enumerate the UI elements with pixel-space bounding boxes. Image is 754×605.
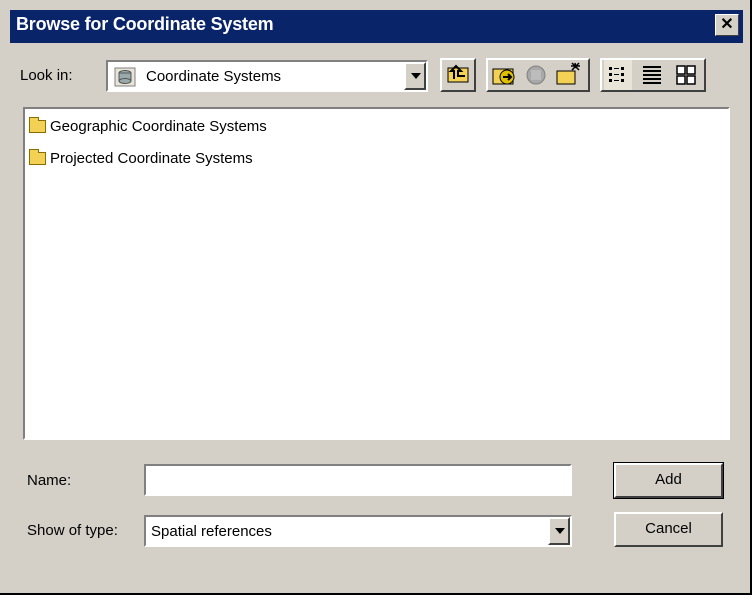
up-one-level-icon[interactable]	[444, 60, 472, 90]
database-icon	[114, 67, 136, 87]
folder-icon	[29, 148, 46, 165]
toolbar-view-group	[600, 58, 706, 92]
add-button[interactable]: Add	[613, 462, 724, 499]
toolbar-up-group	[440, 58, 476, 92]
file-list[interactable]: Geographic Coordinate Systems Projected …	[23, 107, 730, 440]
close-icon: ✕	[720, 16, 734, 33]
dialog-title: Browse for Coordinate System	[16, 14, 274, 34]
look-in-dropdown-button[interactable]	[404, 62, 426, 90]
close-button[interactable]: ✕	[715, 14, 739, 36]
list-item[interactable]: Projected Coordinate Systems	[29, 147, 253, 169]
look-in-value: Coordinate Systems	[146, 68, 282, 85]
type-dropdown-button[interactable]	[548, 517, 570, 545]
list-item[interactable]: Geographic Coordinate Systems	[29, 115, 267, 137]
new-folder-icon[interactable]	[554, 60, 582, 90]
name-label: Name:	[27, 472, 72, 489]
details-view-icon[interactable]	[638, 60, 666, 90]
show-of-type-label: Show of type:	[27, 522, 118, 539]
name-input[interactable]	[144, 464, 572, 496]
look-in-label: Look in:	[20, 67, 73, 84]
connect-folder-icon[interactable]	[490, 60, 518, 90]
list-view-icon[interactable]	[604, 60, 632, 90]
folder-icon	[29, 116, 46, 133]
title-bar[interactable]: Browse for Coordinate System ✕	[10, 10, 743, 43]
toolbar-folder-group	[486, 58, 590, 92]
type-dropdown[interactable]: Spatial references	[144, 515, 572, 547]
thumbnails-view-icon[interactable]	[672, 60, 700, 90]
list-item-label: Geographic Coordinate Systems	[50, 117, 267, 135]
type-value: Spatial references	[151, 523, 272, 540]
list-item-label: Projected Coordinate Systems	[50, 149, 253, 167]
look-in-dropdown[interactable]: Coordinate Systems	[106, 60, 428, 92]
disconnect-folder-icon[interactable]	[522, 60, 550, 90]
cancel-button[interactable]: Cancel	[614, 512, 723, 547]
dialog-window: Browse for Coordinate System ✕ Look in: …	[0, 0, 752, 595]
